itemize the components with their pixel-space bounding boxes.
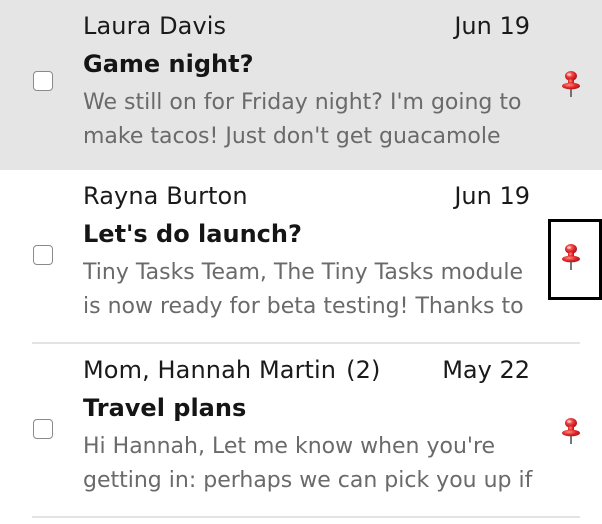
thread-count: (2) [346, 356, 381, 384]
message-select-checkbox[interactable] [33, 419, 53, 439]
sender-names: Mom, Hannah Martin [83, 356, 337, 384]
message-list: Laura Davis Jun 19 Game night? We still … [0, 0, 602, 524]
sender-names: Laura Davis [83, 12, 227, 40]
pushpin-icon[interactable] [560, 417, 582, 445]
message-subject: Let's do launch? [83, 220, 302, 248]
message-select-checkbox[interactable] [33, 71, 53, 91]
message-row[interactable]: Mom, Hannah Martin (2) May 22 Travel plan… [0, 344, 602, 518]
message-date: May 22 [442, 356, 530, 384]
message-preview: We still on for Friday night? I'm going … [83, 90, 522, 149]
message-date: Jun 19 [454, 182, 530, 210]
message-select-checkbox[interactable] [33, 245, 53, 265]
row-divider [32, 342, 580, 344]
message-date: Jun 19 [454, 12, 530, 40]
message-preview: Hi Hannah, Let me know when you're getti… [83, 434, 533, 493]
pushpin-icon[interactable] [560, 70, 582, 98]
message-row[interactable]: Laura Davis Jun 19 Game night? We still … [0, 0, 602, 170]
message-subject: Game night? [83, 50, 254, 78]
row-divider [32, 516, 580, 518]
message-sender: Rayna Burton [83, 182, 258, 210]
message-row[interactable]: Rayna Burton Jun 19 Let's do launch? Tin… [0, 170, 602, 344]
sender-names: Rayna Burton [83, 182, 248, 210]
message-sender: Laura Davis [83, 12, 236, 40]
pushpin-icon[interactable] [560, 243, 582, 271]
message-preview: Tiny Tasks Team, The Tiny Tasks module i… [83, 260, 524, 319]
message-subject: Travel plans [83, 394, 247, 422]
message-sender: Mom, Hannah Martin (2) [83, 356, 380, 384]
